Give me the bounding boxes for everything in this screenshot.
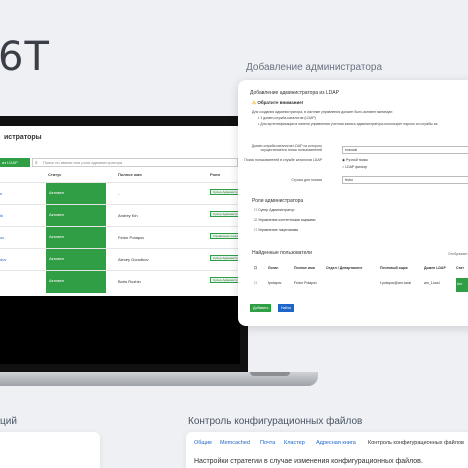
laptop-screen: истраторы из LDAP ⌕ Поиск по имени или р…	[0, 126, 240, 296]
section-title-config-control: Контроль конфигурационных файлов	[188, 416, 363, 427]
admin-login-link[interactable]: n	[0, 191, 2, 196]
table-row[interactable]: Активен Boris Rozhin Супер Администратор	[0, 270, 240, 293]
status-badge: Активен	[46, 227, 106, 249]
tab-mail[interactable]: Почта	[260, 440, 275, 446]
left-card	[0, 432, 100, 468]
tab-config-control[interactable]: Контроль конфигурационных файлов	[368, 440, 464, 446]
section-title-left: ций	[0, 416, 17, 427]
column-header-roles[interactable]: Роли	[210, 172, 220, 177]
brand-logo-text: 6T	[0, 34, 50, 80]
column-header-status[interactable]: Статус	[48, 172, 61, 177]
role-badge: Супер Администратор	[210, 277, 240, 283]
found-users-title: Найденные пользователи	[252, 250, 312, 256]
column-header-login: Логин	[268, 266, 279, 270]
column-header-ldap-domain: Домен LDAP	[424, 266, 446, 270]
table-row[interactable]: n Активен - Супер Администратор	[0, 182, 240, 205]
tab-memcached[interactable]: Memcached	[220, 440, 250, 446]
cell-status-badge: Акт	[456, 278, 468, 292]
table-row[interactable]: ik Активен Andrey Kin Супер Администрато…	[0, 204, 240, 227]
column-header-status: Стат	[456, 266, 464, 270]
full-name: Boris Rozhin	[118, 279, 141, 284]
role-badge: Супер Администратор	[210, 255, 240, 261]
search-icon: ⌕	[35, 160, 38, 166]
query-label: Строка для поиска	[291, 178, 322, 182]
role-badge: Управление пользователя	[210, 233, 240, 239]
modal-title: Добавление администратора из LDAP	[250, 90, 339, 96]
add-admin-modal: Добавление администратора из LDAP × ⚠ Об…	[238, 80, 468, 326]
checkbox-role-super-admin[interactable]: ☐ Супер Администратор	[254, 208, 294, 212]
role-badge: Супер Администратор	[210, 189, 240, 195]
cell-full-name: Fedor Potapov	[294, 281, 317, 285]
find-button[interactable]: Найти	[278, 304, 294, 312]
tab-general[interactable]: Общие	[194, 440, 212, 446]
column-header-full-name: Полное имя	[294, 266, 315, 270]
cell-login: fpotapov	[268, 281, 282, 285]
column-header-full-name[interactable]: Полное имя	[118, 172, 142, 177]
checkbox-role-license[interactable]: ☐ Управление лицензиями	[254, 228, 298, 232]
roles-title: Роли администратора	[252, 198, 304, 204]
radio-manual-search[interactable]: ◉ Ручной поиск	[342, 158, 368, 162]
tab-cluster[interactable]: Кластер	[284, 440, 305, 446]
warning-text: • 1 домен-служба каталогов (LDAP)	[258, 116, 316, 120]
row-checkbox[interactable]: ☐	[254, 281, 257, 285]
warning-icon: ⚠	[252, 100, 257, 105]
checkbox-select-all[interactable]: ☐	[254, 266, 257, 270]
full-name: Fedor Potapov	[118, 235, 145, 240]
search-placeholder: Поиск по имени или роли администратора	[43, 160, 123, 165]
admin-login-link[interactable]: ik	[0, 213, 3, 218]
status-badge: Активен	[46, 249, 106, 271]
page-title: истраторы	[4, 134, 42, 141]
cell-mailbox: f.potapov@am.local	[380, 281, 411, 285]
status-badge: Активен	[46, 183, 106, 205]
domain-select[interactable]: eosocal	[342, 146, 468, 154]
full-name: -	[118, 191, 120, 196]
search-mode-label: Поиск пользователей в службе каталогов L…	[244, 158, 322, 162]
table-row[interactable]: dov Активен Alexey Gorodkov Супер Админи…	[0, 248, 240, 271]
warning-text: Для создания администратора, в системе у…	[252, 110, 393, 114]
status-badge: Активен	[46, 271, 106, 293]
status-badge: Активен	[46, 205, 106, 227]
radio-ldap-filter[interactable]: ○ LDAP фильтр	[342, 165, 367, 169]
column-header-mailbox: Почтовый ящик	[380, 266, 408, 270]
laptop-bezel	[0, 296, 240, 364]
checkbox-role-content[interactable]: ☑ Управление контентными ящиками	[254, 218, 315, 222]
admin-login-link[interactable]: dov	[0, 257, 6, 262]
full-name: Andrey Kin	[118, 213, 138, 218]
warning-title: ⚠ Обратите внимание!	[252, 100, 304, 105]
add-button[interactable]: Добавить	[250, 304, 272, 312]
query-input[interactable]: fedor	[342, 176, 468, 184]
section-title-add-admin: Добавление администратора	[246, 62, 383, 73]
domain-label: Домен-служба каталогов LDAP из которого …	[251, 144, 322, 152]
admin-login-link[interactable]: ov	[0, 235, 4, 240]
role-badge: Супер Администратор	[210, 211, 240, 217]
add-from-ldap-button[interactable]: из LDAP	[0, 158, 30, 167]
config-description: Настройки стратегии в случае изменения к…	[194, 458, 423, 465]
cell-ldap-domain: am_1oca.l	[424, 281, 441, 285]
found-users-count: Отображает	[448, 252, 468, 256]
config-card: Общие Memcached Почта Кластер Адресная к…	[186, 432, 468, 468]
table-row[interactable]: ov Активен Fedor Potapov Управление поль…	[0, 226, 240, 249]
column-header-department: Отдел / Департамент	[326, 266, 363, 270]
tab-address-book[interactable]: Адресная книга	[316, 440, 356, 446]
laptop-notch	[250, 372, 290, 376]
search-input[interactable]: ⌕ Поиск по имени или роли администратора	[32, 158, 238, 167]
warning-text: • Для аутентификации в панели управления…	[258, 122, 438, 126]
full-name: Alexey Gorodkov	[118, 257, 149, 262]
